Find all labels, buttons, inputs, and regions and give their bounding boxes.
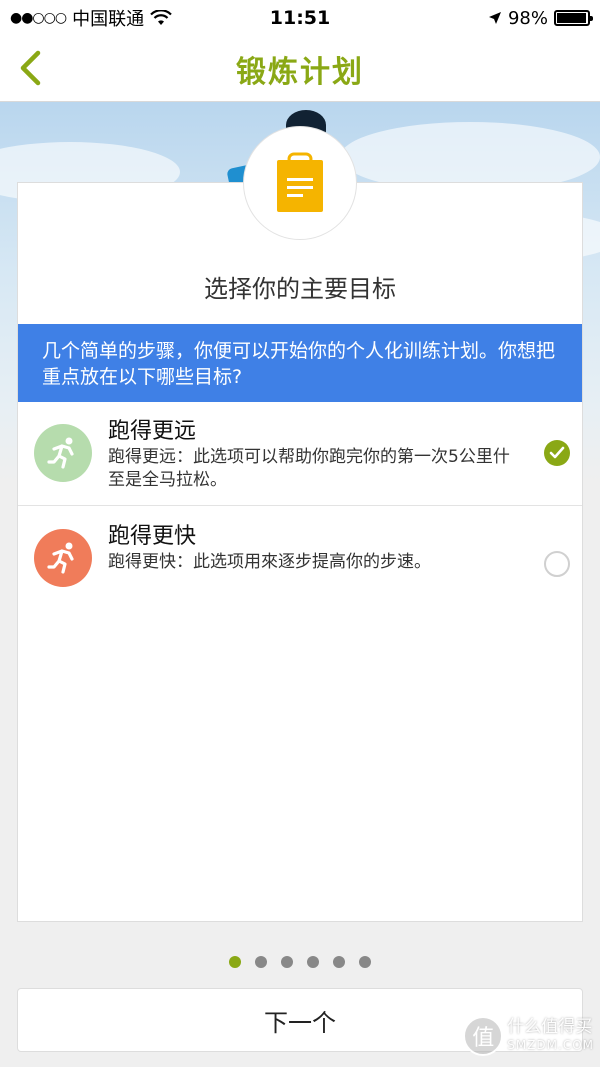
page-dot	[307, 956, 319, 968]
option-description: 跑得更远：此选项可以帮助你跑完你的第一次5公里什至是全马拉松。	[108, 447, 510, 490]
clipboard-icon	[277, 152, 323, 212]
location-arrow-icon	[488, 12, 501, 24]
battery-icon	[554, 10, 593, 26]
carrier-name: 中国联通	[72, 9, 145, 30]
page-dot	[255, 956, 267, 968]
watermark-cn: 什么值得买	[507, 1017, 593, 1037]
wifi-icon	[150, 10, 172, 25]
card-title: 选择你的主要目标	[204, 275, 396, 303]
status-left: ●●○○○ 中国联通	[10, 5, 172, 31]
checkmark-icon	[549, 446, 565, 459]
smzdm-logo: 值	[463, 1016, 504, 1056]
page-dot-active	[229, 956, 241, 968]
option-description: 跑得更快：此选项用來逐步提高你的步速。	[108, 552, 431, 572]
option-text: 跑得更远 跑得更远：此选项可以帮助你跑完你的第一次5公里什至是全马拉松。	[108, 402, 518, 492]
goal-selection-card: 选择你的主要目标 几个简单的步骤，你便可以开始你的个人化训练计划。你想把重点放在…	[17, 182, 583, 922]
battery-fill	[557, 13, 587, 23]
page-dot	[359, 956, 371, 968]
nav-bar: 锻炼计划	[0, 36, 600, 102]
goal-option-run-faster[interactable]: 跑得更快 跑得更快：此选项用來逐步提高你的步速。	[18, 507, 582, 617]
page-dot	[333, 956, 345, 968]
status-bar: ●●○○○ 中国联通 11:51 98%	[0, 0, 600, 36]
option-title: 跑得更远	[108, 419, 197, 444]
option-radio-unselected[interactable]	[544, 551, 570, 577]
run-farther-badge	[34, 424, 92, 482]
runner-icon	[47, 437, 74, 469]
signal-strength-icon: ●●○○○	[10, 10, 67, 26]
intro-banner: 几个简单的步骤，你便可以开始你的个人化训练计划。你想把重点放在以下哪些目标?	[18, 324, 582, 402]
chevron-left-icon	[20, 50, 41, 86]
smzdm-watermark: 值 什么值得买 SMZDM.COM	[463, 1016, 594, 1056]
page-title: 锻炼计划	[236, 54, 364, 90]
run-faster-badge	[34, 529, 92, 587]
option-title: 跑得更快	[108, 524, 197, 549]
clipboard-badge	[243, 126, 357, 240]
page-indicator	[0, 956, 600, 968]
watermark-text: 什么值得买 SMZDM.COM	[507, 1018, 594, 1054]
back-button[interactable]	[8, 46, 52, 90]
option-text: 跑得更快 跑得更快：此选项用來逐步提高你的步速。	[108, 507, 518, 574]
page-dot	[281, 956, 293, 968]
status-right: 98%	[488, 7, 593, 29]
watermark-en: SMZDM.COM	[507, 1038, 594, 1052]
runner-icon	[47, 542, 74, 574]
battery-percent: 98%	[507, 7, 548, 29]
goal-option-run-farther[interactable]: 跑得更远 跑得更远：此选项可以帮助你跑完你的第一次5公里什至是全马拉松。	[18, 402, 582, 506]
option-radio-selected[interactable]	[544, 440, 570, 466]
